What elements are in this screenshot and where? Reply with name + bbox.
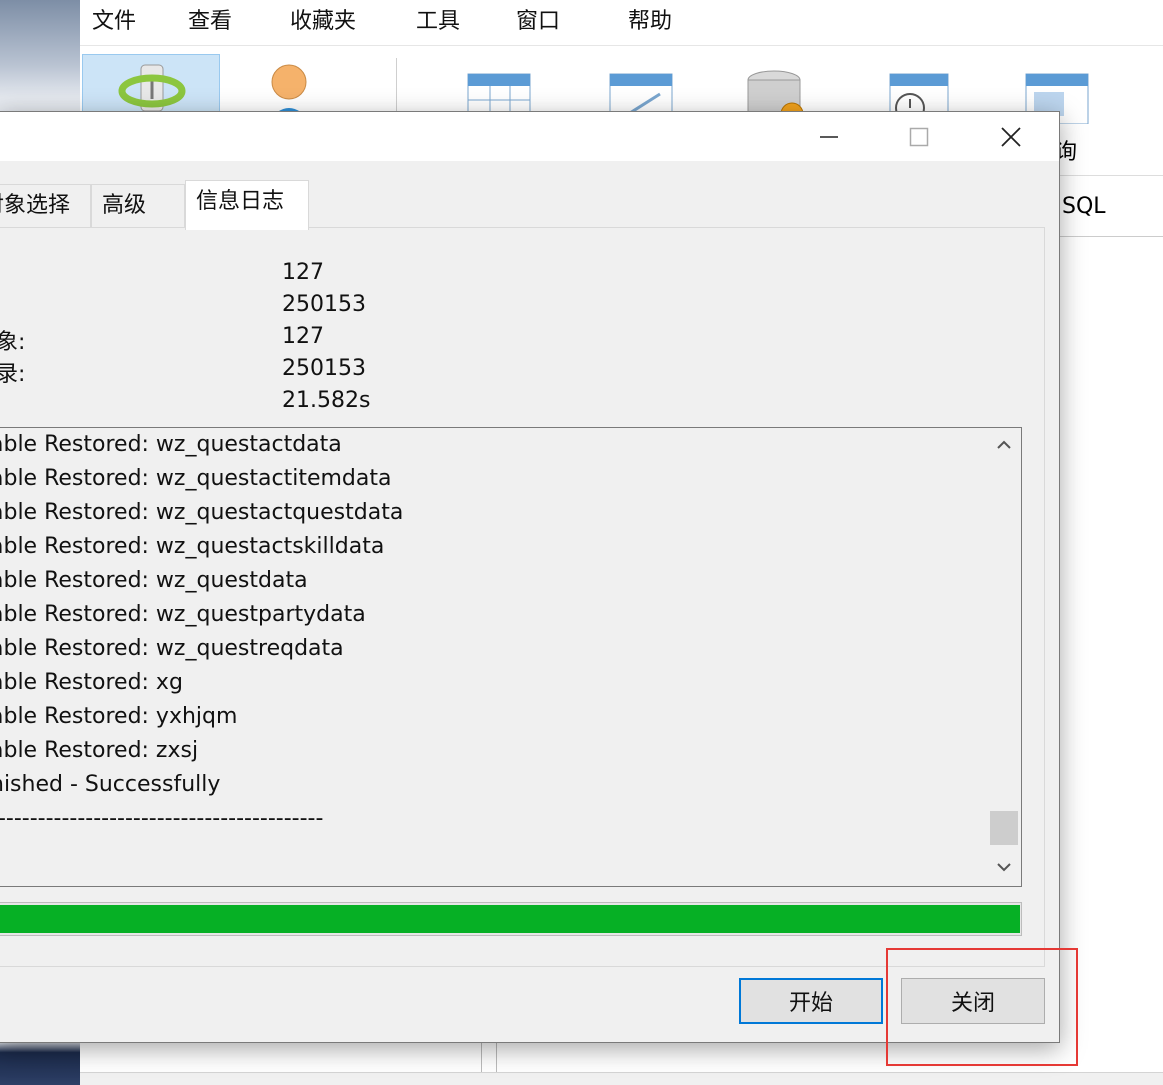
minimize-icon	[820, 135, 838, 138]
restore-dialog: 对象选择 高级 信息日志 127 250153 象: 127 录: 250153…	[0, 111, 1060, 1043]
chevron-down-icon	[997, 863, 1011, 872]
status-bar	[80, 1072, 1163, 1085]
stat-label: 录:	[0, 362, 26, 387]
tab-message-log[interactable]: 信息日志	[185, 180, 309, 230]
scroll-down-button[interactable]	[987, 852, 1021, 882]
log-line: able Restored: wz_questactskilldata	[0, 534, 385, 559]
tab-label: 高级	[102, 193, 147, 218]
menu-view[interactable]: 查看	[188, 6, 232, 38]
log-separator: ----------------------------------------…	[0, 806, 324, 831]
stat-value: 250153	[282, 292, 366, 317]
log-line: able Restored: wz_questdata	[0, 568, 308, 593]
log-line: able Restored: yxhjqm	[0, 704, 238, 729]
progress-fill	[0, 905, 1020, 933]
log-scrollbar[interactable]	[987, 428, 1021, 886]
tab-object-selection[interactable]: 对象选择	[0, 184, 91, 228]
maximize-button[interactable]	[873, 112, 965, 161]
stat-value: 127	[282, 260, 324, 285]
log-line: able Restored: wz_questactitemdata	[0, 466, 392, 491]
log-textarea[interactable]: able Restored: wz_questactdata able Rest…	[0, 427, 1022, 887]
progress-bar	[0, 902, 1022, 936]
right-panel	[1060, 236, 1163, 1085]
tab-label: 信息日志	[196, 189, 285, 214]
toolbar-separator	[396, 58, 397, 118]
sql-tab[interactable]: SQL	[1062, 194, 1106, 219]
stat-label: 象:	[0, 330, 26, 355]
close-window-button[interactable]	[965, 112, 1057, 161]
menu-favorites[interactable]: 收藏夹	[290, 6, 356, 38]
chevron-up-icon	[997, 440, 1011, 449]
scroll-up-button[interactable]	[987, 430, 1021, 460]
stat-value: 127	[282, 324, 324, 349]
menubar: 文件 查看 收藏夹 工具 窗口 帮助	[80, 0, 1163, 46]
log-line: nished - Successfully	[0, 772, 221, 797]
log-line: able Restored: wz_questactdata	[0, 432, 342, 457]
tab-advanced[interactable]: 高级	[91, 184, 185, 228]
stat-value: 21.582s	[282, 388, 371, 413]
stat-value: 250153	[282, 356, 366, 381]
dialog-titlebar[interactable]	[0, 112, 1059, 161]
log-line: able Restored: xg	[0, 670, 183, 695]
menu-tools[interactable]: 工具	[416, 6, 460, 38]
scrollbar-thumb[interactable]	[990, 811, 1018, 845]
menu-window[interactable]: 窗口	[516, 6, 560, 38]
log-line: able Restored: wz_questpartydata	[0, 602, 366, 627]
close-button[interactable]: 关闭	[901, 978, 1045, 1024]
log-line: able Restored: wz_questactquestdata	[0, 500, 404, 525]
tab-label: 对象选择	[0, 193, 71, 218]
log-line: able Restored: zxsj	[0, 738, 199, 763]
menu-file[interactable]: 文件	[92, 6, 136, 38]
menu-help[interactable]: 帮助	[628, 6, 672, 38]
dialog-tabs: 对象选择 高级 信息日志	[0, 180, 1059, 230]
maximize-icon	[909, 127, 929, 146]
log-line: able Restored: wz_questreqdata	[0, 636, 344, 661]
start-button[interactable]: 开始	[739, 978, 883, 1024]
close-icon	[1001, 126, 1021, 147]
minimize-button[interactable]	[783, 112, 875, 161]
